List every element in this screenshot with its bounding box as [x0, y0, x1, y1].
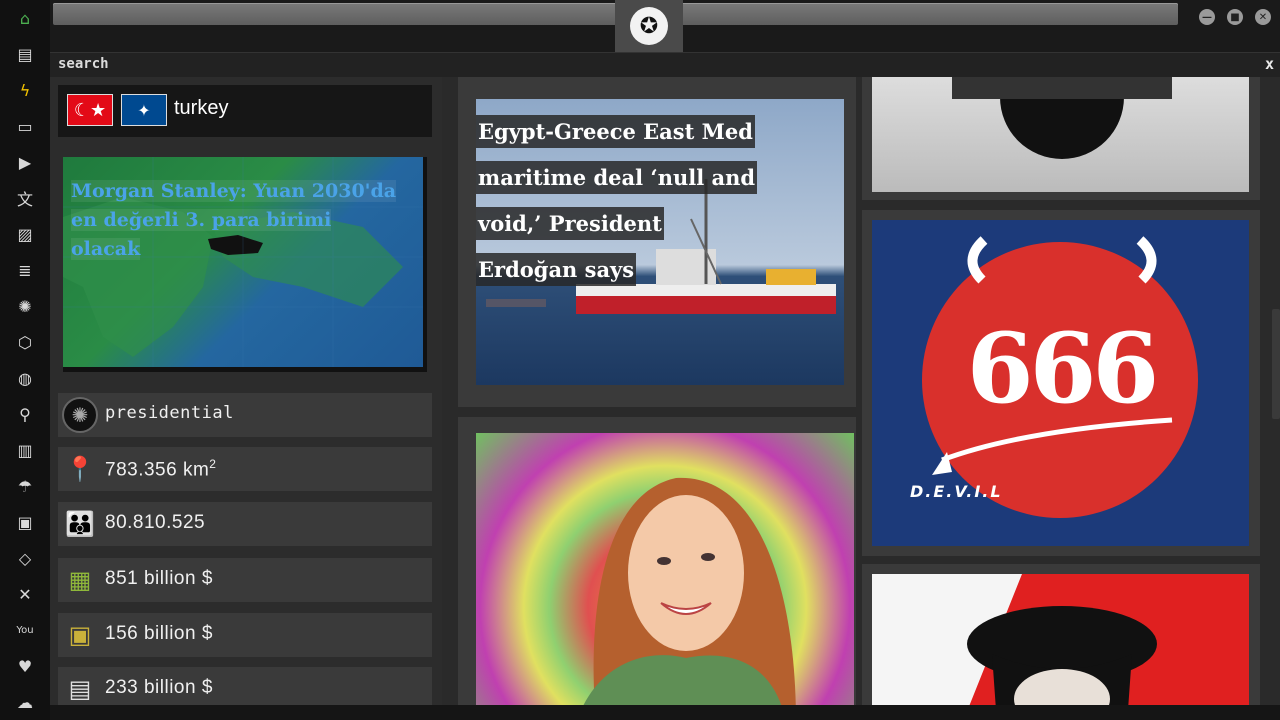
maximize-icon[interactable]: ■	[1227, 9, 1243, 25]
newspaper-icon[interactable]: ≣	[13, 258, 37, 282]
forklift-icon: ▣	[68, 621, 92, 649]
search-label[interactable]: search	[58, 56, 109, 72]
country-name: turkey	[174, 97, 229, 119]
news-card-yuan[interactable]: Morgan Stanley: Yuan 2030'da en değerli …	[63, 157, 427, 372]
news-headline[interactable]: Egypt-Greece East Med maritime deal ‘nul…	[476, 109, 766, 293]
image-icon[interactable]: ▨	[13, 222, 37, 246]
gdp-row: ▦ 851 billion $	[58, 558, 432, 602]
boxes-icon: ▤	[68, 675, 92, 703]
logo-tab[interactable]: ✪	[615, 0, 683, 52]
map-pin-icon: 📍	[65, 455, 95, 483]
search-icon[interactable]: ⚲	[13, 402, 37, 426]
exports-row: ▣ 156 billion $	[58, 613, 432, 657]
country-header: ☾★ ✦ turkey	[58, 85, 432, 137]
code-icon[interactable]: ◇	[13, 546, 37, 570]
search-close-button[interactable]: x	[1265, 55, 1274, 73]
play-icon[interactable]: ▶	[13, 150, 37, 174]
nato-flag-icon: ✦	[121, 94, 167, 126]
home-icon[interactable]: ⌂	[13, 6, 37, 30]
money-icon: ▦	[68, 566, 92, 594]
cloud-icon[interactable]: ☁	[13, 690, 37, 714]
image-feed-right: 666 D.E.V.I.L	[862, 77, 1280, 705]
content-area: ☾★ ✦ turkey Morgan Stanley: Yuan 2030'da…	[50, 77, 1280, 705]
drill-ship-image: Egypt-Greece East Med maritime deal ‘nul…	[476, 99, 844, 385]
document-icon[interactable]: ▤	[13, 42, 37, 66]
government-type-row: ✺ presidential	[58, 393, 432, 437]
polyhedron-icon[interactable]: ⬡	[13, 330, 37, 354]
umbrella-icon[interactable]: ☂	[13, 474, 37, 498]
population-row: 👪 80.810.525	[58, 502, 432, 546]
map-icon[interactable]: ▥	[13, 438, 37, 462]
people-icon: 👪	[65, 510, 95, 538]
population-value: 80.810.525	[105, 512, 206, 533]
heart-icon[interactable]: ♥	[13, 654, 37, 678]
image-card-devil[interactable]: 666 D.E.V.I.L	[862, 210, 1260, 556]
search-bar: search x	[50, 52, 1280, 77]
lightning-icon[interactable]: ϟ	[13, 78, 37, 102]
translate-icon[interactable]: 文	[13, 186, 37, 210]
scrollbar-thumb[interactable]	[1272, 309, 1280, 419]
sidebar: ⌂ ▤ ϟ ▭ ▶ 文 ▨ ≣ ✺ ⬡ ◍ ⚲ ▥ ☂ ▣ ◇ ✕ You ♥ …	[0, 0, 50, 720]
image-card-portrait[interactable]	[458, 417, 856, 705]
exports-value: 156 billion $	[105, 623, 213, 644]
government-type: presidential	[105, 403, 234, 423]
devil-caption: D.E.V.I.L	[910, 482, 1003, 501]
portrait-image	[476, 433, 854, 705]
image-card-sphere[interactable]	[862, 77, 1260, 200]
news-card-eastmed[interactable]: Egypt-Greece East Med maritime deal ‘nul…	[458, 77, 856, 407]
rebel-alliance-logo-icon: ✪	[630, 7, 668, 45]
sphere-cloud-image	[872, 77, 1249, 192]
bottom-bar	[50, 705, 1280, 720]
gdp-value: 851 billion $	[105, 568, 213, 589]
news-headline[interactable]: Morgan Stanley: Yuan 2030'da en değerli …	[71, 177, 401, 264]
globe-icon[interactable]: ◍	[13, 366, 37, 390]
empire-icon: ✺	[62, 397, 98, 433]
country-panel: ☾★ ✦ turkey Morgan Stanley: Yuan 2030'da…	[50, 77, 442, 705]
expand-icon[interactable]: ✕	[13, 582, 37, 606]
devil-poster-image: 666 D.E.V.I.L	[872, 220, 1249, 546]
imports-value: 233 billion $	[105, 677, 213, 698]
officer-poster-image	[872, 574, 1249, 705]
area-value: 783.356 km2	[105, 457, 217, 481]
image-card-officer[interactable]	[862, 564, 1260, 705]
empire-icon[interactable]: ✺	[13, 294, 37, 318]
turkey-flag-icon: ☾★	[67, 94, 113, 126]
close-window-icon[interactable]: ✕	[1255, 9, 1271, 25]
imports-row: ▤ 233 billion $	[58, 667, 432, 705]
contact-book-icon[interactable]: ▣	[13, 510, 37, 534]
top-bar: ✪ — ■ ✕	[50, 0, 1280, 52]
youtube-icon[interactable]: You	[13, 618, 37, 642]
devil-number: 666	[966, 312, 1159, 425]
news-feed-middle: Egypt-Greece East Med maritime deal ‘nul…	[450, 77, 860, 705]
minimize-icon[interactable]: —	[1199, 9, 1215, 25]
archive-icon[interactable]: ▭	[13, 114, 37, 138]
world-map-image: Morgan Stanley: Yuan 2030'da en değerli …	[63, 157, 423, 367]
area-row: 📍 783.356 km2	[58, 447, 432, 491]
